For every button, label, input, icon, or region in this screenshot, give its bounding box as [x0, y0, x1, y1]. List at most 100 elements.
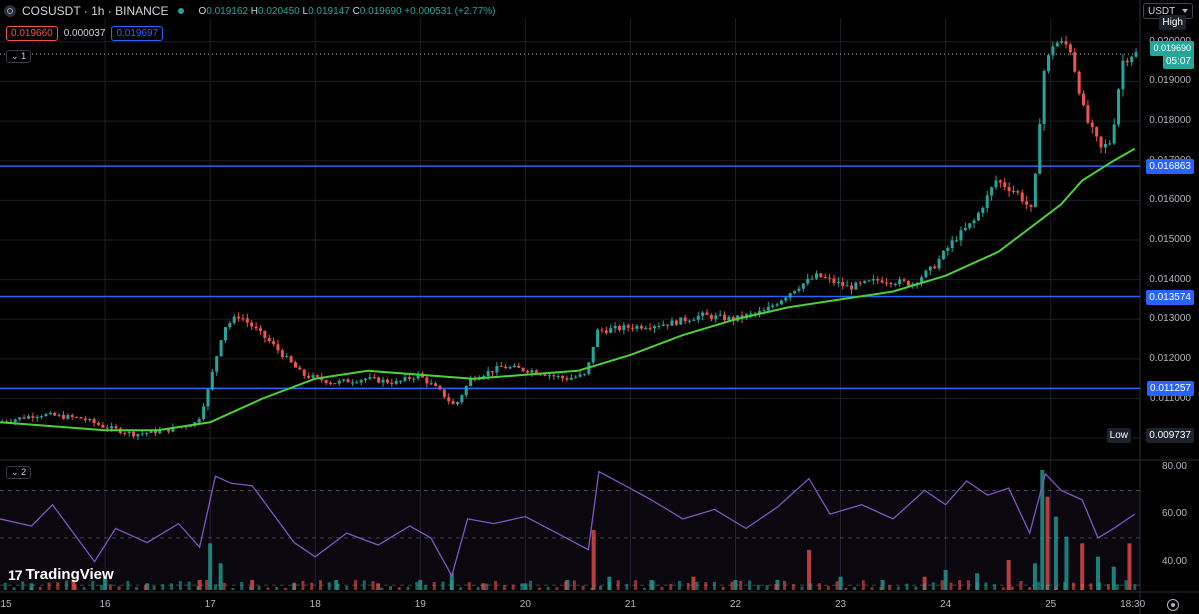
candle-body [810, 278, 814, 280]
candle-body [666, 324, 670, 326]
candle-body [1077, 71, 1081, 94]
candle-body [197, 418, 201, 423]
volume-bar [187, 581, 191, 590]
candle-body [1134, 52, 1138, 57]
candle-body [442, 389, 446, 398]
candle-body [718, 314, 722, 316]
volume-bar [143, 585, 147, 590]
candle-body [337, 380, 341, 384]
time-tick-label: 17 [204, 599, 216, 610]
candle-body [674, 320, 678, 325]
candle-body [1103, 144, 1107, 148]
volume-bar [1032, 563, 1037, 590]
time-tick-label: 23 [834, 599, 847, 610]
volume-bar [958, 580, 962, 590]
volume-bar [783, 580, 787, 590]
volume-bar [397, 587, 401, 590]
candle-body [79, 417, 83, 419]
candle-body [779, 300, 783, 305]
countdown-label: 05:07 [1162, 54, 1194, 69]
time-tick-label: 25 [1045, 599, 1057, 610]
volume-bar [152, 585, 156, 590]
candle-body [617, 326, 621, 330]
volume-bar [747, 580, 751, 590]
volume-bar [765, 585, 769, 590]
candle-body [346, 379, 350, 383]
volume-bar [459, 587, 463, 590]
volume-bar [467, 582, 471, 590]
candle-body [771, 305, 775, 307]
tradingview-logo[interactable]: 17 TradingView [8, 566, 114, 583]
symbol-title[interactable]: COSUSDT · 1h · BINANCE [22, 4, 168, 18]
candle-body [219, 340, 223, 357]
volume-bar [502, 585, 506, 590]
market-open-icon [178, 8, 185, 14]
candle-body [88, 419, 92, 421]
volume-bar [800, 586, 804, 590]
sell-price-button[interactable]: 0.019660 [6, 26, 58, 41]
volume-bar [721, 586, 725, 590]
volume-bar [418, 580, 423, 590]
candle-body [723, 314, 727, 321]
candle-body [604, 330, 608, 333]
candle-body [521, 367, 525, 371]
volume-bar [1115, 584, 1119, 590]
settings-gear-icon[interactable] [1167, 599, 1179, 611]
volume-bar [161, 584, 165, 590]
candle-body [1047, 55, 1051, 72]
candle-body [871, 279, 875, 281]
volume-bar [432, 582, 436, 590]
candle-body [1060, 41, 1064, 43]
candle-body [858, 282, 862, 284]
candle-body [368, 377, 372, 379]
candle-body [381, 379, 385, 383]
candle-body [701, 312, 705, 316]
candle-body [1020, 192, 1024, 202]
candle-body [688, 320, 692, 322]
candle-body [963, 227, 967, 231]
candle-body [937, 259, 941, 269]
level-price-label: 0.011257 [1147, 381, 1194, 397]
candle-body [561, 376, 565, 379]
candle-body [1086, 105, 1090, 123]
candle-body [1073, 52, 1077, 72]
volume-bar [1106, 584, 1110, 590]
candle-body [491, 371, 495, 373]
main-pane-toggle[interactable]: ⌄ 1 [6, 50, 32, 63]
chart-canvas[interactable] [0, 0, 1199, 614]
volume-bar [730, 581, 734, 590]
change-value: +0.000531 (+2.77%) [404, 5, 496, 17]
volume-bar [30, 587, 34, 590]
candle-body [600, 329, 604, 331]
candle-body [749, 313, 753, 315]
candle-body [241, 318, 245, 320]
candle-body [644, 328, 648, 330]
volume-bar [208, 543, 213, 590]
volume-bar [949, 582, 953, 590]
candle-body [849, 285, 853, 290]
volume-bar [616, 580, 620, 590]
time-tick-label: 15 [0, 599, 12, 610]
candle-body [880, 280, 884, 283]
brand-name: TradingView [25, 566, 114, 583]
candle-body [40, 416, 44, 418]
volume-bar [712, 581, 716, 590]
rsi-pane-toggle[interactable]: ⌄ 2 [6, 466, 32, 479]
volume-bar [599, 585, 603, 590]
volume-bar [481, 583, 486, 590]
candle-body [289, 356, 293, 363]
candle-body [31, 416, 35, 418]
buy-price-button[interactable]: 0.019697 [111, 26, 164, 41]
candle-body [893, 284, 897, 286]
candle-body [626, 325, 630, 328]
volume-bar [1089, 583, 1093, 590]
candle-body [981, 208, 985, 214]
candle-body [324, 380, 328, 383]
volume-bar [591, 530, 596, 590]
volume-bar [376, 583, 381, 590]
volume-bar [1098, 582, 1102, 590]
volume-bar [1080, 584, 1084, 590]
candle-body [526, 370, 530, 373]
candle-body [460, 395, 464, 403]
candle-body [390, 382, 394, 384]
